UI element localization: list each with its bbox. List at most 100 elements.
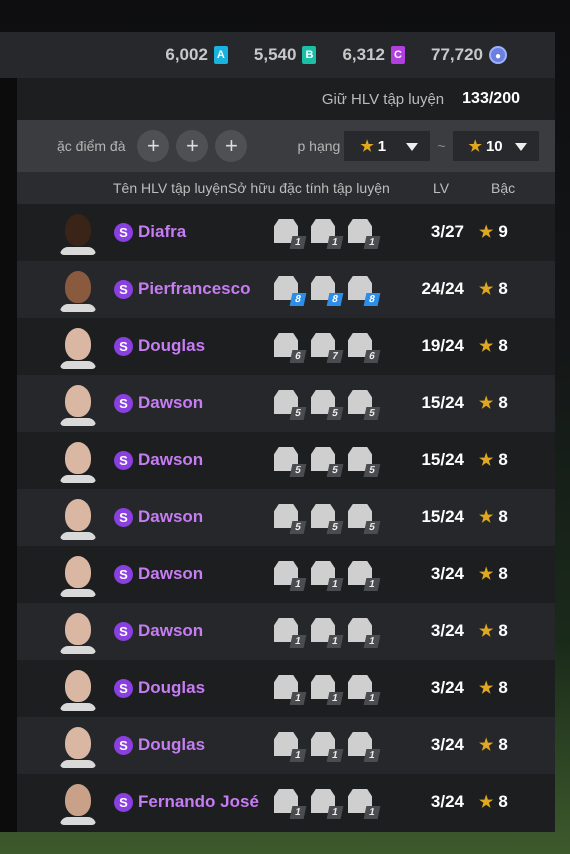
training-trait-icon[interactable]: 1 — [274, 561, 307, 591]
coach-level: 3/24 — [430, 564, 464, 583]
coach-rank: ★ 8 — [479, 450, 508, 470]
training-trait-icon[interactable]: 5 — [311, 504, 344, 534]
table-row[interactable]: S Diafra 1 1 1 3/27 ★ 9 — [17, 204, 555, 261]
training-trait-icon[interactable]: 7 — [311, 333, 344, 363]
training-trait-icon[interactable]: 5 — [274, 390, 307, 420]
col-traits-header[interactable]: Sở hữu đặc tính tập luyện — [228, 180, 390, 196]
training-trait-icon[interactable]: 1 — [348, 789, 381, 819]
trait-list: 1 1 1 — [274, 219, 381, 249]
coach-level: 15/24 — [421, 507, 464, 526]
col-name-header[interactable]: Tên HLV tập luyện — [113, 180, 228, 196]
training-trait-icon[interactable]: 1 — [311, 675, 344, 705]
training-trait-icon[interactable]: 6 — [348, 333, 381, 363]
avatar — [60, 496, 96, 540]
rank-value: 8 — [498, 507, 508, 526]
add-trait-filter-2-button[interactable]: + — [176, 130, 209, 162]
trait-level: 5 — [289, 407, 307, 420]
table-row[interactable]: S Dawson 1 1 1 3/24 ★ 8 — [17, 546, 555, 603]
add-trait-filter-1-button[interactable]: + — [137, 130, 170, 162]
training-trait-icon[interactable]: 6 — [274, 333, 307, 363]
training-trait-icon[interactable]: 1 — [311, 789, 344, 819]
training-trait-icon[interactable]: 8 — [311, 276, 344, 306]
rank-value: 9 — [498, 222, 508, 241]
coach-name: Dawson — [138, 621, 204, 640]
trait-level: 5 — [326, 521, 344, 534]
trait-level: 8 — [289, 293, 307, 306]
training-trait-icon[interactable]: 1 — [274, 789, 307, 819]
training-trait-icon[interactable]: 1 — [274, 618, 307, 648]
training-trait-icon[interactable]: 1 — [311, 732, 344, 762]
training-trait-icon[interactable]: 1 — [348, 675, 381, 705]
currency-coin: 77,720 ● — [431, 45, 507, 65]
trait-list: 1 1 1 — [274, 732, 381, 762]
coach-name: Dawson — [138, 564, 204, 583]
shirt — [60, 304, 96, 312]
trait-level: 1 — [363, 806, 381, 819]
rank-value: 8 — [498, 735, 508, 754]
col-lv-header[interactable]: LV — [433, 180, 449, 196]
rank-value: 8 — [498, 621, 508, 640]
coach-level: 15/24 — [421, 393, 464, 412]
training-trait-icon[interactable]: 5 — [274, 504, 307, 534]
add-trait-filter-3-button[interactable]: + — [215, 130, 248, 162]
coach-rank: ★ 8 — [479, 393, 508, 413]
trait-level: 1 — [326, 749, 344, 762]
trait-level: 1 — [363, 236, 381, 249]
table-row[interactable]: S Dawson 5 5 5 15/24 ★ 8 — [17, 489, 555, 546]
table-row[interactable]: S Douglas 1 1 1 3/24 ★ 8 — [17, 717, 555, 774]
training-trait-icon[interactable]: 1 — [311, 219, 344, 249]
training-trait-icon[interactable]: 5 — [311, 390, 344, 420]
traits-filter-label: ặc điểm đà — [57, 138, 126, 154]
coach-level: 3/24 — [430, 678, 464, 697]
min-rank-value: 1 — [377, 137, 387, 155]
table-row[interactable]: S Fernando José 1 1 1 3/24 ★ 8 — [17, 774, 555, 831]
face — [65, 670, 91, 702]
training-trait-icon[interactable]: 8 — [348, 276, 381, 306]
rank-value: 8 — [498, 678, 508, 697]
training-trait-icon[interactable]: 1 — [274, 675, 307, 705]
table-row[interactable]: S Dawson 5 5 5 15/24 ★ 8 — [17, 375, 555, 432]
training-trait-icon[interactable]: 5 — [348, 447, 381, 477]
training-trait-icon[interactable]: 1 — [348, 618, 381, 648]
training-trait-icon[interactable]: 1 — [348, 219, 381, 249]
currency-c: 6,312 C — [342, 45, 405, 65]
avatar — [60, 610, 96, 654]
trait-list: 6 7 6 — [274, 333, 381, 363]
training-trait-icon[interactable]: 5 — [348, 504, 381, 534]
max-rank-dropdown[interactable]: ★ 10 — [452, 131, 539, 161]
training-trait-icon[interactable]: 8 — [274, 276, 307, 306]
col-rank-header[interactable]: Bậc — [491, 180, 515, 196]
table-row[interactable]: S Douglas 6 7 6 19/24 ★ 8 — [17, 318, 555, 375]
shirt — [60, 760, 96, 768]
training-trait-icon[interactable]: 1 — [311, 561, 344, 591]
trait-level: 5 — [363, 407, 381, 420]
training-trait-icon[interactable]: 1 — [348, 561, 381, 591]
training-trait-icon[interactable]: 1 — [274, 219, 307, 249]
table-row[interactable]: S Dawson 1 1 1 3/24 ★ 8 — [17, 603, 555, 660]
training-trait-icon[interactable]: 1 — [348, 732, 381, 762]
trait-list: 1 1 1 — [274, 789, 381, 819]
training-trait-icon[interactable]: 1 — [311, 618, 344, 648]
star-icon: ★ — [479, 566, 494, 583]
coach-name: Douglas — [138, 678, 206, 697]
table-row[interactable]: S Pierfrancesco 8 8 8 24/24 ★ 8 — [17, 261, 555, 318]
table-row[interactable]: S Dawson 5 5 5 15/24 ★ 8 — [17, 432, 555, 489]
training-trait-icon[interactable]: 5 — [348, 390, 381, 420]
face — [65, 556, 91, 588]
face — [65, 385, 91, 417]
training-trait-icon[interactable]: 5 — [311, 447, 344, 477]
table-row[interactable]: S Douglas 1 1 1 3/24 ★ 8 — [17, 660, 555, 717]
training-trait-icon[interactable]: 1 — [274, 732, 307, 762]
star-icon: ★ — [468, 138, 482, 155]
coach-rank: ★ 8 — [479, 792, 508, 812]
coach-name: Pierfrancesco — [138, 279, 251, 298]
star-icon: ★ — [479, 680, 494, 697]
training-trait-icon[interactable]: 5 — [274, 447, 307, 477]
min-rank-dropdown[interactable]: ★ 1 — [344, 131, 431, 161]
coach-name: Dawson — [138, 507, 204, 526]
coach-name: Dawson — [138, 393, 204, 412]
filter-bar: ặc điểm đà + + + p hạng ★ 1 ~ ★ 10 — [17, 120, 555, 172]
face — [65, 784, 91, 816]
avatar — [60, 382, 96, 426]
face — [65, 442, 91, 474]
